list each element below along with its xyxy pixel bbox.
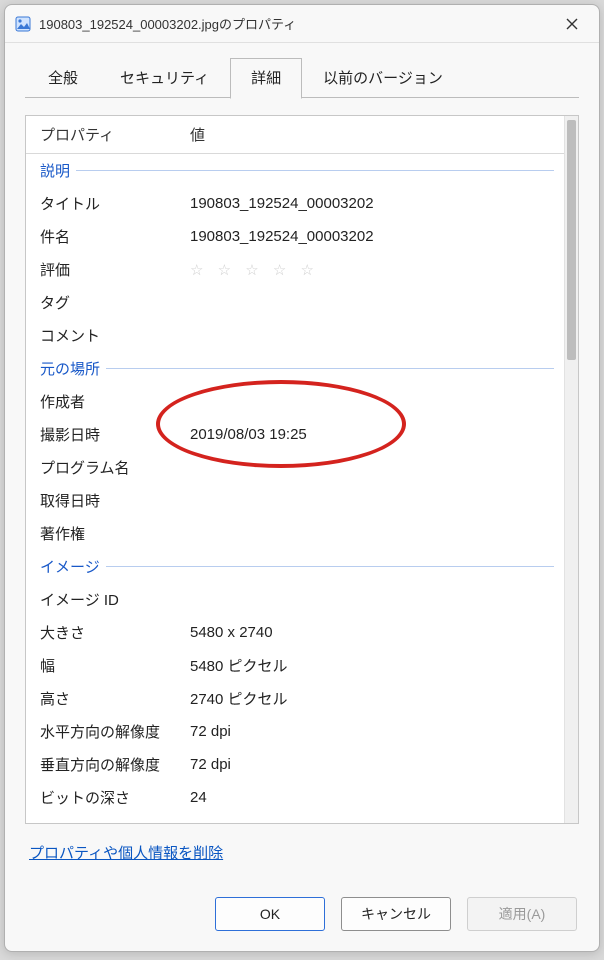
row-tags[interactable]: タグ [26,286,564,319]
taken-key: 撮影日時 [26,418,176,451]
copyright-key: 著作権 [26,517,176,550]
section-image: イメージ [40,556,100,577]
imageid-value [176,583,564,616]
tab-details[interactable]: 詳細 [230,58,302,99]
hres-value: 72 dpi [176,715,564,748]
dim-value: 5480 x 2740 [176,616,564,649]
file-icon [15,16,31,32]
row-bitdepth[interactable]: ビットの深さ 24 [26,781,564,814]
imageid-key: イメージ ID [26,583,176,616]
title-key: タイトル [26,187,176,220]
author-value [176,385,564,418]
rating-key: 評価 [26,253,176,286]
vres-key: 垂直方向の解像度 [26,748,176,781]
bit-value: 24 [176,781,564,814]
tab-bar: 全般 セキュリティ 詳細 以前のバージョン [5,43,599,98]
acq-key: 取得日時 [26,484,176,517]
column-value[interactable]: 値 [176,116,564,154]
close-button[interactable] [551,9,593,39]
height-value: 2740 ピクセル [176,682,564,715]
dim-key: 大きさ [26,616,176,649]
row-program[interactable]: プログラム名 [26,451,564,484]
row-hres[interactable]: 水平方向の解像度 72 dpi [26,715,564,748]
hres-key: 水平方向の解像度 [26,715,176,748]
tags-key: タグ [26,286,176,319]
tab-security[interactable]: セキュリティ [99,58,230,99]
author-key: 作成者 [26,385,176,418]
width-key: 幅 [26,649,176,682]
vres-value: 72 dpi [176,748,564,781]
row-subject[interactable]: 件名 190803_192524_00003202 [26,220,564,253]
row-acquired[interactable]: 取得日時 [26,484,564,517]
row-copyright[interactable]: 著作権 [26,517,564,550]
column-property[interactable]: プロパティ [26,116,176,154]
program-value [176,451,564,484]
content-area: プロパティ 値 説明 タイトル 190803_192524_00003202 件… [5,99,599,879]
subject-key: 件名 [26,220,176,253]
cancel-button[interactable]: キャンセル [341,897,451,931]
section-description: 説明 [40,160,70,181]
program-key: プログラム名 [26,451,176,484]
width-value: 5480 ピクセル [176,649,564,682]
bit-key: ビットの深さ [26,781,176,814]
tab-previous-versions[interactable]: 以前のバージョン [302,58,464,99]
title-value: 190803_192524_00003202 [176,187,564,220]
row-date-taken[interactable]: 撮影日時 2019/08/03 19:25 [26,418,564,451]
window-title: 190803_192524_00003202.jpgのプロパティ [39,14,551,33]
row-title[interactable]: タイトル 190803_192524_00003202 [26,187,564,220]
rating-stars[interactable]: ☆ ☆ ☆ ☆ ☆ [176,253,564,286]
row-image-id[interactable]: イメージ ID [26,583,564,616]
subject-value: 190803_192524_00003202 [176,220,564,253]
acq-value [176,484,564,517]
tab-general[interactable]: 全般 [27,58,99,99]
title-bar: 190803_192524_00003202.jpgのプロパティ [5,5,599,43]
row-vres[interactable]: 垂直方向の解像度 72 dpi [26,748,564,781]
row-height[interactable]: 高さ 2740 ピクセル [26,682,564,715]
remove-properties-link[interactable]: プロパティや個人情報を削除 [29,845,223,862]
row-width[interactable]: 幅 5480 ピクセル [26,649,564,682]
taken-value: 2019/08/03 19:25 [176,418,564,451]
property-list[interactable]: プロパティ 値 説明 タイトル 190803_192524_00003202 件… [26,116,564,823]
section-origin: 元の場所 [40,358,100,379]
comment-value [176,319,564,352]
property-list-panel: プロパティ 値 説明 タイトル 190803_192524_00003202 件… [25,115,579,824]
comment-key: コメント [26,319,176,352]
height-key: 高さ [26,682,176,715]
properties-dialog: 190803_192524_00003202.jpgのプロパティ 全般 セキュリ… [4,4,600,952]
dialog-buttons: OK キャンセル 適用(A) [5,879,599,951]
scrollbar-thumb[interactable] [567,120,576,360]
apply-button[interactable]: 適用(A) [467,897,577,931]
row-rating[interactable]: 評価 ☆ ☆ ☆ ☆ ☆ [26,253,564,286]
vertical-scrollbar[interactable] [564,116,578,823]
row-dimensions[interactable]: 大きさ 5480 x 2740 [26,616,564,649]
ok-button[interactable]: OK [215,897,325,931]
row-author[interactable]: 作成者 [26,385,564,418]
copyright-value [176,517,564,550]
row-comment[interactable]: コメント [26,319,564,352]
tags-value [176,286,564,319]
